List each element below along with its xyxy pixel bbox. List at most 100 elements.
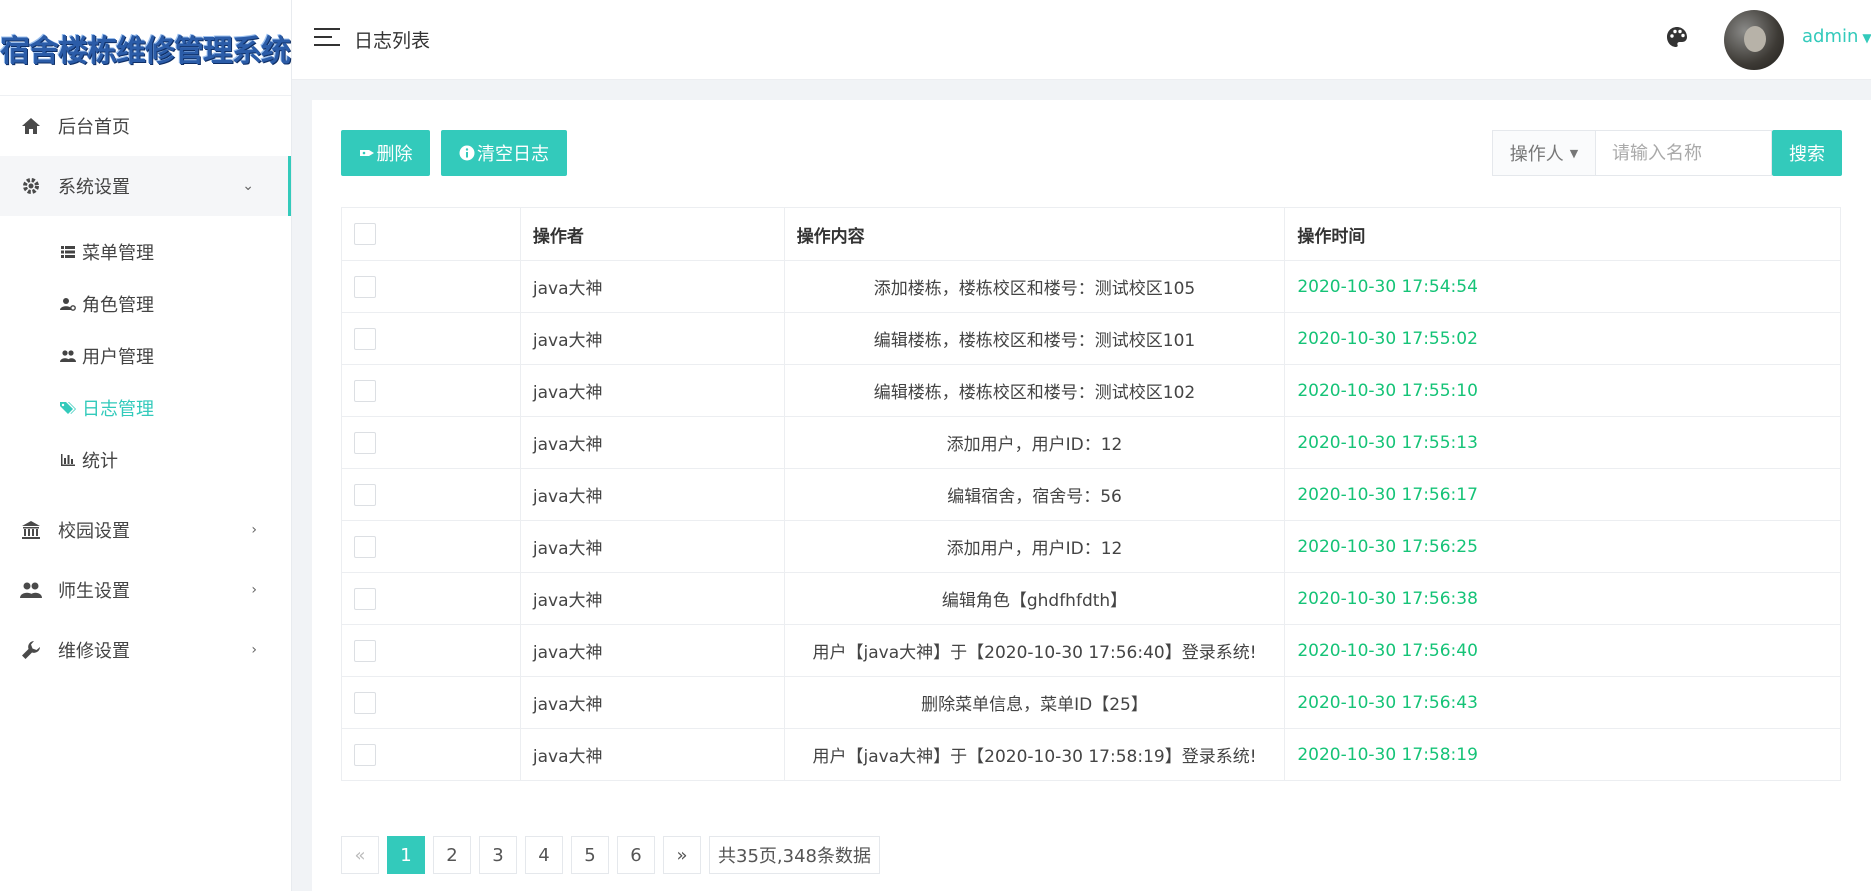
time-cell: 2020-10-30 17:55:02 [1284, 312, 1841, 365]
pagination-summary: 共35页,348条数据 [709, 836, 880, 874]
sidebar-item-label: 系统设置 [58, 177, 130, 198]
brand: 宿舍楼栋维修管理系统 [0, 0, 291, 96]
table-row: java大神 编辑宿舍，宿舍号：56 2020-10-30 17:56:17 [341, 468, 1841, 521]
content-cell: 编辑角色【ghdfhfdth】 [784, 572, 1286, 625]
sidebar-subitem-log-management[interactable]: 日志管理 [0, 382, 291, 434]
content-cell: 用户【java大神】于【2020-10-30 17:56:40】登录系统! [784, 624, 1286, 677]
delete-icon [359, 145, 375, 161]
table-row: java大神 用户【java大神】于【2020-10-30 17:56:40】登录… [341, 624, 1841, 677]
pagination-prev[interactable]: « [341, 836, 379, 874]
row-checkbox[interactable] [354, 379, 376, 402]
user-name: admin [1802, 26, 1859, 47]
delete-label: 删除 [376, 144, 413, 164]
time-cell: 2020-10-30 17:56:38 [1284, 572, 1841, 625]
sidebar-subitem-statistics[interactable]: 统计 [0, 434, 291, 486]
sidebar-subitem-label: 用户管理 [82, 347, 154, 368]
chevron-right-icon: › [251, 522, 257, 538]
operator-cell: java大神 [520, 676, 785, 729]
page-title: 日志列表 [354, 30, 431, 52]
operator-cell: java大神 [520, 416, 785, 469]
clear-log-label: 清空日志 [477, 144, 549, 164]
sidebar-item-repair-settings[interactable]: 维修设置 › [0, 620, 291, 680]
chevron-right-icon: › [251, 582, 257, 598]
list-icon [60, 244, 76, 260]
table-row: java大神 添加楼栋，楼栋校区和楼号：测试校区105 2020-10-30 17:… [341, 260, 1841, 313]
pagination-page[interactable]: 4 [525, 836, 563, 874]
operator-cell: java大神 [520, 468, 785, 521]
time-cell: 2020-10-30 17:56:17 [1284, 468, 1841, 521]
row-select-cell [341, 416, 521, 469]
row-select-cell [341, 572, 521, 625]
time-cell: 2020-10-30 17:58:19 [1284, 728, 1841, 781]
row-checkbox[interactable] [354, 691, 376, 714]
clear-log-button[interactable]: 清空日志 [441, 130, 567, 176]
row-checkbox[interactable] [354, 483, 376, 506]
table-row: java大神 编辑楼栋，楼栋校区和楼号：测试校区102 2020-10-30 17:… [341, 364, 1841, 417]
sidebar-subitem-role-management[interactable]: 角色管理 [0, 278, 291, 330]
operator-cell: java大神 [520, 520, 785, 573]
menu-toggle-icon[interactable] [314, 28, 340, 48]
row-checkbox[interactable] [354, 587, 376, 610]
pagination-page[interactable]: 5 [571, 836, 609, 874]
sidebar-item-home[interactable]: 后台首页 [0, 96, 291, 156]
pagination-page[interactable]: 6 [617, 836, 655, 874]
pagination-next[interactable]: » [663, 836, 701, 874]
row-checkbox[interactable] [354, 743, 376, 766]
table-header-row: 操作者 操作内容 操作时间 [341, 207, 1841, 261]
sidebar-item-campus-settings[interactable]: 校园设置 › [0, 500, 291, 560]
people-icon [20, 579, 42, 601]
pagination-page[interactable]: 3 [479, 836, 517, 874]
pagination-page[interactable]: 2 [433, 836, 471, 874]
time-cell: 2020-10-30 17:55:13 [1284, 416, 1841, 469]
operator-cell: java大神 [520, 728, 785, 781]
sidebar-item-system-settings[interactable]: 系统设置 ⌄ [0, 156, 291, 216]
row-checkbox[interactable] [354, 327, 376, 350]
avatar[interactable] [1724, 10, 1784, 70]
sidebar-item-label: 维修设置 [58, 641, 130, 662]
tags-icon [60, 400, 76, 416]
search-button[interactable]: 搜索 [1772, 130, 1842, 176]
content-cell: 添加用户，用户ID：12 [784, 520, 1286, 573]
sidebar: 宿舍楼栋维修管理系统 后台首页 系统设置 ⌄ 菜单管理 角色管理 用户管理 日志… [0, 0, 292, 891]
chevron-down-icon: ⌄ [242, 178, 254, 194]
bank-icon [20, 519, 42, 541]
sidebar-item-label: 后台首页 [58, 117, 130, 138]
table-row: java大神 编辑楼栋，楼栋校区和楼号：测试校区101 2020-10-30 17:… [341, 312, 1841, 365]
row-checkbox[interactable] [354, 275, 376, 298]
delete-button[interactable]: 删除 [341, 130, 430, 176]
sidebar-subitem-menu-management[interactable]: 菜单管理 [0, 226, 291, 278]
content-cell: 添加楼栋，楼栋校区和楼号：测试校区105 [784, 260, 1286, 313]
sidebar-item-label: 师生设置 [58, 581, 130, 602]
row-checkbox[interactable] [354, 535, 376, 558]
search-input[interactable] [1596, 130, 1772, 176]
operator-cell: java大神 [520, 312, 785, 365]
select-all-checkbox[interactable] [354, 223, 376, 245]
row-select-cell [341, 312, 521, 365]
row-checkbox[interactable] [354, 639, 376, 662]
operator-filter-label: 操作人 [1509, 144, 1564, 165]
sidebar-subitem-label: 角色管理 [82, 295, 154, 316]
row-select-cell [341, 728, 521, 781]
sidebar-nav: 后台首页 系统设置 ⌄ [0, 96, 291, 216]
operator-cell: java大神 [520, 572, 785, 625]
users-icon [60, 348, 76, 364]
row-select-cell [341, 468, 521, 521]
caret-down-icon: ▼ [1862, 31, 1871, 45]
row-checkbox[interactable] [354, 431, 376, 454]
sidebar-item-label: 校园设置 [58, 521, 130, 542]
table-row: java大神 编辑角色【ghdfhfdth】 2020-10-30 17:56:38 [341, 572, 1841, 625]
row-select-cell [341, 364, 521, 417]
sidebar-subitem-user-management[interactable]: 用户管理 [0, 330, 291, 382]
operator-cell: java大神 [520, 260, 785, 313]
palette-icon[interactable] [1665, 25, 1693, 53]
pagination-page[interactable]: 1 [387, 836, 425, 874]
system-settings-submenu: 菜单管理 角色管理 用户管理 日志管理 统计 [0, 216, 291, 500]
sidebar-subitem-label: 统计 [82, 451, 118, 472]
brand-title: 宿舍楼栋维修管理系统 [0, 33, 291, 69]
sidebar-item-teacher-student-settings[interactable]: 师生设置 › [0, 560, 291, 620]
operator-filter-dropdown[interactable]: 操作人 ▼ [1492, 130, 1596, 176]
caret-down-icon: ▼ [1569, 146, 1579, 160]
user-menu[interactable]: admin ▼ [1802, 26, 1871, 47]
row-select-cell [341, 676, 521, 729]
content-cell: 编辑宿舍，宿舍号：56 [784, 468, 1286, 521]
